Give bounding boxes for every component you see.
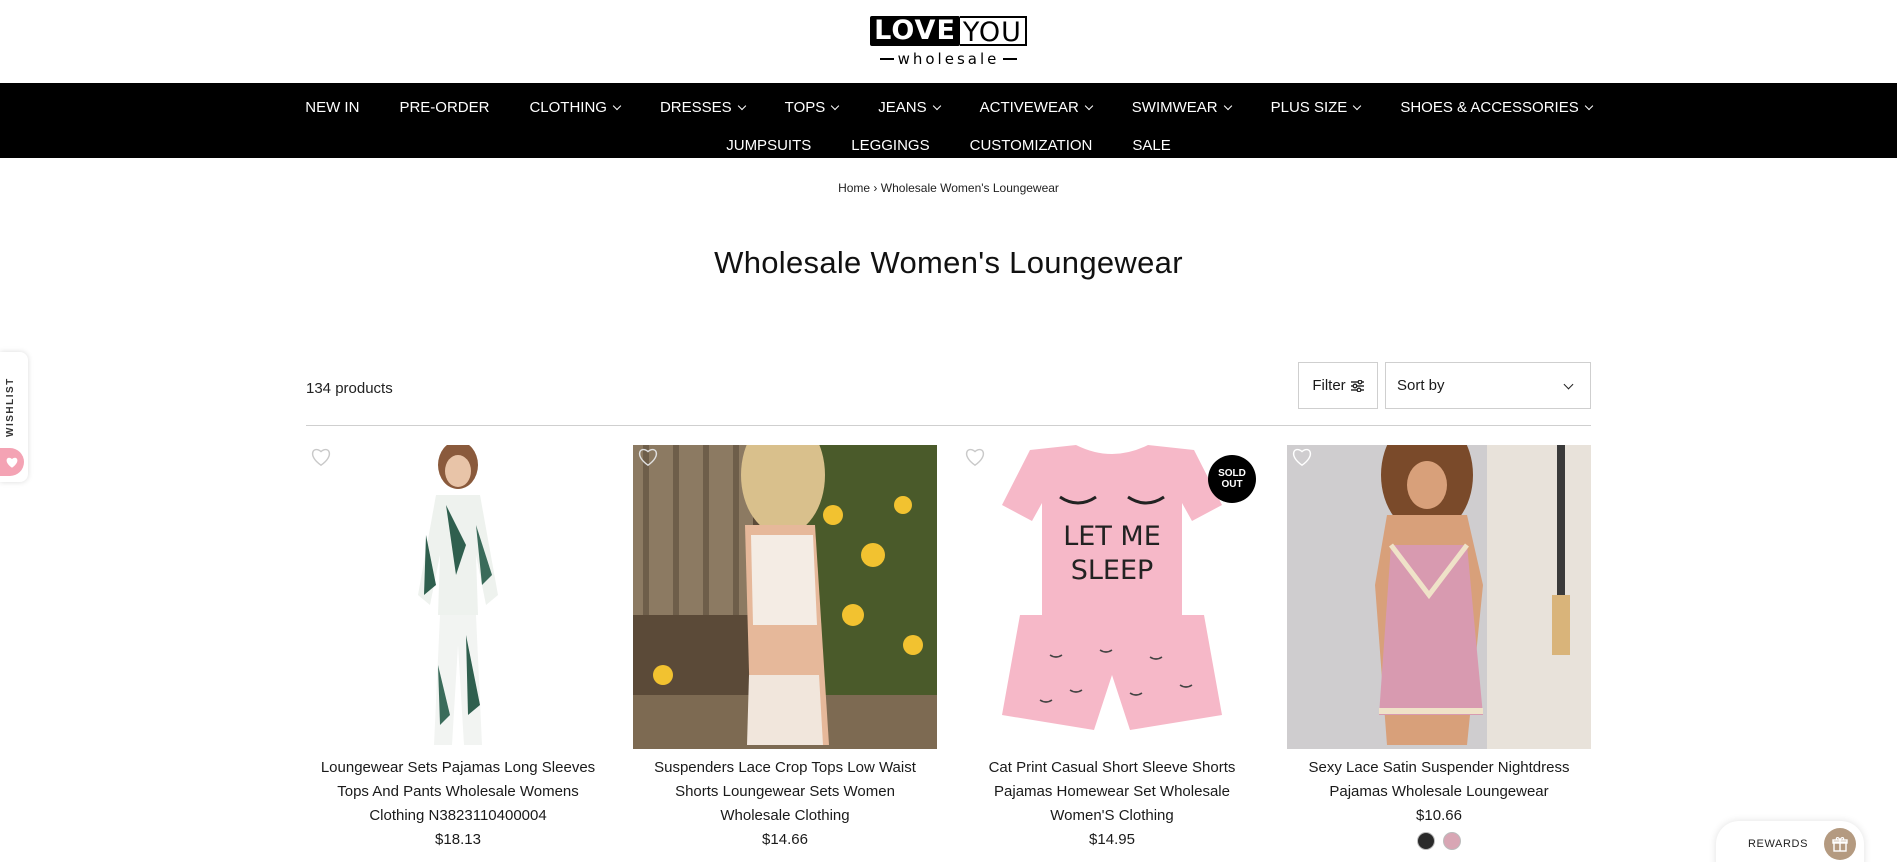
breadcrumb-separator: › — [873, 181, 878, 195]
product-image[interactable]: LET ME SLEEP SOLD OUT — [960, 445, 1264, 749]
nav-item-label: CUSTOMIZATION — [969, 137, 1093, 154]
collection-toolbar: 134 products Filter Sort by — [306, 362, 1591, 426]
rewards-launcher[interactable]: REWARDS — [1716, 821, 1864, 862]
product-card[interactable]: Loungewear Sets Pajamas Long Sleeves Top… — [306, 445, 610, 852]
nav-item-label: DRESSES — [659, 99, 732, 116]
color-swatch-pink[interactable] — [1443, 832, 1461, 850]
pajama-set-image — [306, 445, 610, 749]
site-header: LOVE YOU wholesale — [0, 0, 1897, 83]
breadcrumb-home[interactable]: Home — [838, 181, 870, 195]
chevron-down-icon — [737, 101, 746, 110]
chevron-down-icon — [1223, 101, 1232, 110]
breadcrumb-current: Wholesale Women's Loungewear — [880, 181, 1059, 195]
brand-logo[interactable]: LOVE YOU wholesale — [870, 15, 1027, 68]
chevron-down-icon — [612, 101, 622, 110]
product-price: $10.66 — [1416, 807, 1462, 824]
sold-out-badge: SOLD OUT — [1208, 455, 1256, 503]
product-title[interactable]: Suspenders Lace Crop Tops Low Waist Shor… — [633, 756, 937, 828]
nav-item-activewear[interactable]: ACTIVEWEAR — [960, 99, 1112, 116]
logo-love: LOVE — [870, 15, 960, 46]
product-image[interactable] — [633, 445, 937, 749]
product-count: 134 products — [306, 380, 393, 397]
product-price: $14.66 — [762, 831, 808, 848]
color-swatches — [1287, 832, 1591, 850]
rewards-label: REWARDS — [1748, 838, 1809, 850]
nav-item-sale[interactable]: SALE — [1112, 137, 1190, 154]
product-grid: Loungewear Sets Pajamas Long Sleeves Top… — [306, 445, 1591, 852]
nav-item-leggings[interactable]: LEGGINGS — [831, 137, 949, 154]
nav-item-label: ACTIVEWEAR — [979, 99, 1079, 116]
nav-item-label: SHOES & ACCESSORIES — [1400, 99, 1579, 116]
nav-item-new-in[interactable]: NEW IN — [285, 99, 379, 116]
product-price: $14.95 — [1089, 831, 1135, 848]
chevron-down-icon — [831, 101, 840, 110]
nav-item-clothing[interactable]: CLOTHING — [509, 99, 640, 116]
nav-item-label: JEANS — [878, 99, 927, 116]
product-title[interactable]: Cat Print Casual Short Sleeve Shorts Paj… — [960, 756, 1264, 828]
chevron-down-icon — [932, 101, 941, 110]
chevron-down-icon — [1563, 379, 1574, 390]
nav-row-primary: NEW IN PRE-ORDER CLOTHING DRESSES TOPS JEANS A… — [0, 94, 1897, 121]
wishlist-heart-button[interactable] — [0, 448, 24, 476]
gift-icon — [1824, 828, 1857, 860]
nav-item-jeans[interactable]: JEANS — [858, 99, 959, 116]
product-card[interactable]: Sexy Lace Satin Suspender Nightdress Paj… — [1287, 445, 1591, 852]
nav-item-label: TOPS — [784, 99, 826, 116]
breadcrumb: Home › Wholesale Women's Loungewear — [0, 181, 1897, 195]
wishlist-label: WISHLIST — [5, 377, 16, 437]
nav-item-plus-size[interactable]: PLUS SIZE — [1251, 99, 1381, 116]
nav-item-tops[interactable]: TOPS — [765, 99, 859, 116]
nav-item-label: CLOTHING — [529, 99, 607, 116]
nav-item-label: SWIMWEAR — [1131, 99, 1218, 116]
main-navigation: NEW IN PRE-ORDER CLOTHING DRESSES TOPS JEANS A… — [0, 83, 1897, 158]
filter-button[interactable]: Filter — [1298, 362, 1378, 409]
nav-item-label: PRE-ORDER — [399, 99, 490, 116]
color-swatch-black[interactable] — [1417, 832, 1435, 850]
nightdress-image — [1287, 445, 1591, 749]
nav-item-swimwear[interactable]: SWIMWEAR — [1112, 99, 1251, 116]
chevron-down-icon — [1353, 101, 1362, 110]
lace-set-image — [633, 445, 937, 749]
nav-row-secondary: JUMPSUITS LEGGINGS CUSTOMIZATION SALE — [0, 132, 1897, 159]
nav-item-pre-order[interactable]: PRE-ORDER — [379, 99, 509, 116]
nav-item-label: JUMPSUITS — [726, 137, 812, 154]
wishlist-heart-icon[interactable] — [637, 447, 659, 467]
nav-item-label: SALE — [1132, 137, 1171, 154]
logo-wholesale: wholesale — [897, 49, 1000, 68]
chevron-down-icon — [1084, 101, 1094, 110]
nav-item-customization[interactable]: CUSTOMIZATION — [950, 137, 1113, 154]
product-card[interactable]: Suspenders Lace Crop Tops Low Waist Shor… — [633, 445, 937, 852]
product-title[interactable]: Loungewear Sets Pajamas Long Sleeves Top… — [306, 756, 610, 828]
nav-item-label: NEW IN — [305, 99, 360, 116]
product-card[interactable]: LET ME SLEEP SOLD OUT Cat Print Casual Sho… — [960, 445, 1264, 852]
heart-icon — [6, 457, 18, 468]
nav-item-dresses[interactable]: DRESSES — [640, 99, 765, 116]
filter-label: Filter — [1312, 377, 1346, 394]
logo-mark: LOVE YOU — [870, 15, 1027, 47]
wishlist-tab[interactable]: WISHLIST — [0, 352, 28, 482]
product-price: $18.13 — [435, 831, 481, 848]
nav-item-jumpsuits[interactable]: JUMPSUITS — [706, 137, 831, 154]
logo-dash-right — [1003, 57, 1018, 60]
sort-label: Sort by — [1397, 377, 1445, 394]
product-title[interactable]: Sexy Lace Satin Suspender Nightdress Paj… — [1287, 756, 1591, 804]
chevron-down-icon — [1584, 101, 1593, 110]
nav-item-label: PLUS SIZE — [1270, 99, 1348, 116]
logo-subtitle: wholesale — [879, 49, 1018, 68]
product-image[interactable] — [306, 445, 610, 749]
sliders-icon — [1350, 379, 1364, 392]
wishlist-heart-icon[interactable] — [964, 447, 986, 467]
sort-by-select[interactable]: Sort by — [1385, 362, 1591, 409]
product-image[interactable] — [1287, 445, 1591, 749]
wishlist-heart-icon[interactable] — [1291, 447, 1313, 467]
logo-you: YOU — [959, 15, 1027, 47]
sold-out-text: SOLD OUT — [1218, 468, 1246, 490]
wishlist-heart-icon[interactable] — [310, 447, 332, 467]
logo-dash-left — [879, 57, 894, 60]
nav-item-shoes-accessories[interactable]: SHOES & ACCESSORIES — [1380, 99, 1611, 116]
page-title: Wholesale Women's Loungewear — [714, 245, 1183, 280]
nav-item-label: LEGGINGS — [851, 137, 930, 154]
